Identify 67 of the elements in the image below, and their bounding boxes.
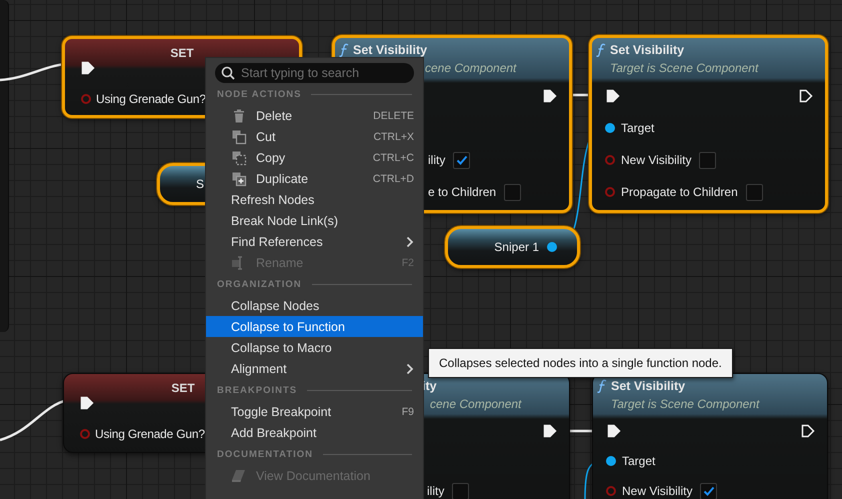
node-subtitle: Target is Scene Component (611, 397, 760, 411)
cut-icon (231, 128, 247, 144)
trash-icon (231, 108, 247, 124)
tooltip: Collapses selected nodes into a single function node. (428, 348, 733, 378)
pin-icon[interactable] (606, 456, 616, 466)
shortcut-label: CTRL+X (373, 130, 414, 142)
pin-label: ility (428, 153, 446, 167)
search-field[interactable]: Start typing to search (215, 63, 414, 83)
exec-pin-icon[interactable] (606, 89, 620, 103)
pin-label: Using Grenade Gun? (95, 427, 205, 441)
pin-label: ility (427, 484, 444, 498)
exec-pin-icon[interactable] (799, 89, 813, 103)
copy-icon (231, 150, 247, 166)
function-icon (596, 43, 606, 57)
search-icon (221, 66, 235, 80)
function-node[interactable]: Set Visibility Target is Scene Component Target New Visibility (592, 373, 828, 499)
node-title: SET (171, 380, 195, 396)
node-title: SET (170, 45, 194, 61)
pin-label: Using Grenade Gun? (96, 92, 206, 106)
duplicate-icon (231, 170, 247, 186)
shortcut-label: CTRL+C (372, 152, 414, 164)
menu-item[interactable]: Collapse Nodes (206, 295, 423, 316)
function-node[interactable]: Set Visibility Target is Scene Component Target New Visibility Propagate to Children (589, 35, 828, 213)
chevron-right-icon (406, 362, 414, 374)
exec-pin-icon[interactable] (801, 424, 815, 438)
book-icon (231, 468, 247, 484)
exec-pin-icon[interactable] (543, 89, 557, 103)
pin-label: Target (622, 454, 656, 468)
node-title: Set Visibility (610, 43, 684, 57)
function-icon (339, 43, 349, 57)
pin-icon[interactable] (605, 123, 615, 133)
menu-item[interactable]: Break Node Link(s) (206, 210, 423, 231)
node-subtitle: Target is Scene Component (610, 61, 758, 75)
section-heading: BREAKPOINTS (217, 384, 298, 396)
checkbox[interactable] (746, 184, 763, 200)
shortcut-label: CTRL+D (372, 172, 414, 184)
checkbox[interactable] (700, 482, 718, 499)
pin-label: New Visibility (621, 153, 692, 167)
node-title: Set Visibility (611, 379, 686, 393)
node-subtitle: cene Component (430, 397, 522, 411)
menu-item[interactable]: Collapse to Macro (206, 337, 423, 358)
section-heading: ORGANIZATION (217, 278, 302, 290)
shortcut-label: DELETE (373, 110, 414, 122)
exec-pin-icon[interactable] (607, 424, 621, 438)
pin-label: e to Children (428, 185, 496, 199)
shortcut-label: F9 (402, 406, 414, 418)
pin-label: New Visibility (622, 484, 692, 498)
variable-name: Sniper 1 (494, 240, 539, 254)
variable-node[interactable]: Sniper 1 (445, 226, 580, 268)
node-subtitle: cene Component (425, 61, 516, 75)
node-title: Set Visibility (353, 43, 428, 57)
exec-pin-icon[interactable] (81, 61, 95, 75)
menu-item[interactable]: Find References (206, 231, 423, 252)
checkbox[interactable] (452, 482, 470, 499)
section-heading: NODE ACTIONS (217, 88, 302, 100)
checkbox[interactable] (504, 184, 522, 200)
pin-label: Target (621, 121, 654, 135)
function-icon (597, 379, 607, 393)
menu-item[interactable]: Collapse to Function (206, 316, 423, 337)
pin-label: Propagate to Children (621, 185, 738, 199)
pin-icon[interactable] (547, 242, 557, 252)
exec-pin-icon[interactable] (80, 396, 94, 410)
checkbox[interactable] (453, 152, 470, 168)
checkbox[interactable] (699, 152, 716, 168)
variable-name: S (196, 177, 204, 191)
exec-pin-icon[interactable] (543, 424, 557, 438)
chevron-right-icon (406, 236, 414, 248)
